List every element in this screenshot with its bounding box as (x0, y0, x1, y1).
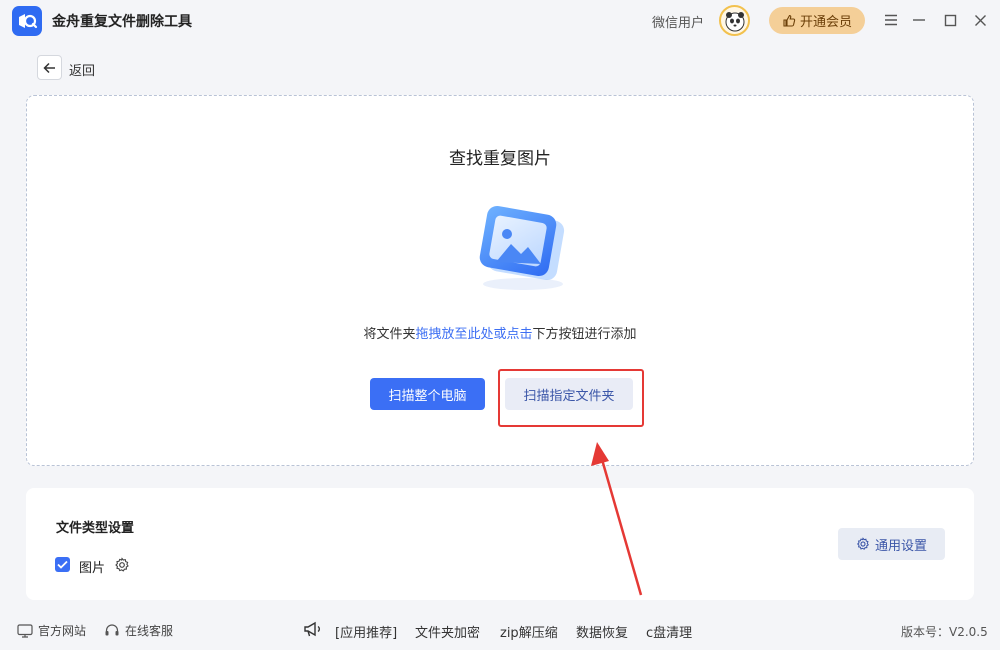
footer-link-folder-encrypt[interactable]: 文件夹加密 (415, 622, 480, 641)
maximize-icon[interactable] (939, 9, 961, 31)
avatar[interactable] (719, 5, 750, 36)
gear-icon[interactable] (114, 557, 130, 573)
panda-avatar-icon (725, 11, 744, 31)
title-bar: 金舟重复文件删除工具 微信用户 开通会员 (0, 0, 1000, 40)
official-site-label: 官方网站 (38, 624, 87, 638)
footer-link-c-drive-clean[interactable]: c盘清理 (646, 622, 692, 641)
hint-prefix: 将文件夹 (363, 327, 416, 342)
app-title: 金舟重复文件删除工具 (52, 14, 192, 30)
megaphone-icon (304, 621, 320, 637)
gear-icon (856, 537, 869, 550)
vip-label: 开通会员 (799, 15, 852, 30)
monitor-icon (17, 623, 33, 638)
drop-hint: 将文件夹拖拽放至此处或点击下方按钮进行添加 (27, 323, 973, 342)
drop-zone[interactable]: 查找重复图片 将文件夹拖拽放至此处或点击下方按钮进行添加 扫描整个电脑 扫描指定… (26, 95, 974, 466)
general-settings-label: 通用设置 (874, 538, 927, 554)
annotation-arrow (591, 442, 643, 596)
app-recommend-label: [应用推荐] (335, 626, 398, 641)
online-service-link[interactable]: 在线客服 (104, 622, 173, 639)
menu-icon[interactable] (880, 9, 902, 31)
footer-link-data-recovery[interactable]: 数据恢复 (576, 622, 628, 641)
general-settings-button[interactable]: 通用设置 (838, 528, 945, 560)
image-illustration-icon (479, 205, 565, 290)
hint-link[interactable]: 拖拽放至此处或点击 (415, 327, 532, 342)
user-name[interactable]: 微信用户 (652, 12, 704, 31)
close-icon[interactable] (969, 9, 991, 31)
checkmark-icon (57, 560, 68, 569)
online-service-label: 在线客服 (125, 624, 174, 638)
page-title: 查找重复图片 (449, 149, 551, 169)
headset-icon (105, 624, 119, 636)
file-type-settings-panel: 文件类型设置 图片 通用设置 (26, 488, 974, 600)
scan-whole-computer-button[interactable]: 扫描整个电脑 (370, 378, 485, 410)
image-type-label[interactable]: 图片 (79, 557, 105, 576)
footer-link-zip[interactable]: zip解压缩 (500, 622, 558, 641)
settings-title: 文件类型设置 (56, 521, 135, 536)
back-button[interactable] (37, 55, 62, 80)
hint-suffix: 下方按钮进行添加 (532, 327, 637, 342)
version-label: 版本号：V2.0.5 (901, 625, 988, 639)
arrow-left-icon (43, 62, 55, 73)
official-site-link[interactable]: 官方网站 (17, 622, 86, 639)
app-logo-icon (12, 6, 42, 36)
thumbs-up-icon (783, 14, 796, 27)
back-label[interactable]: 返回 (69, 60, 95, 79)
image-type-checkbox[interactable] (55, 557, 70, 572)
minimize-icon[interactable] (908, 9, 930, 31)
vip-button[interactable]: 开通会员 (769, 7, 865, 34)
annotation-highlight-box (498, 369, 644, 427)
